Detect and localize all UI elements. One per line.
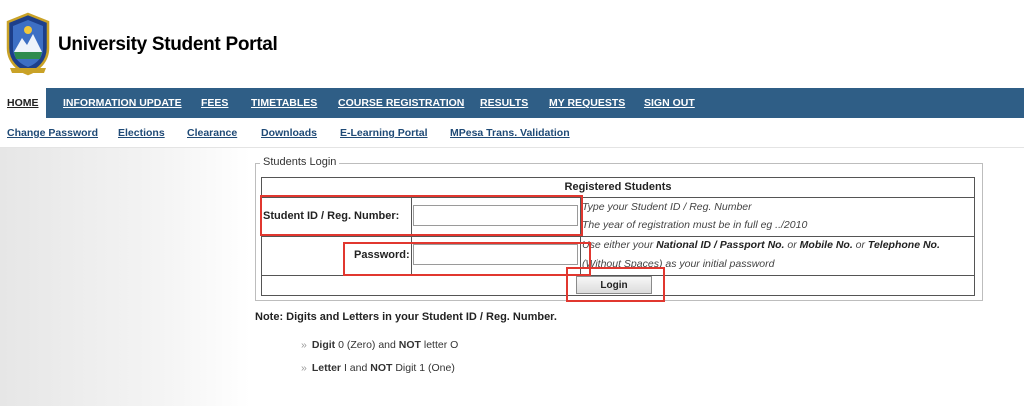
password-hint-text: Use either your bbox=[582, 239, 657, 251]
subnav-mpesa-validation[interactable]: MPesa Trans. Validation bbox=[450, 127, 570, 139]
nav-information-update[interactable]: INFORMATION UPDATE bbox=[63, 88, 182, 118]
note-bold: NOT bbox=[370, 362, 393, 374]
highlight-password bbox=[343, 242, 591, 276]
site-title: University Student Portal bbox=[58, 34, 278, 55]
subnav-change-password[interactable]: Change Password bbox=[7, 127, 98, 139]
highlight-login-button bbox=[566, 267, 665, 302]
nav-sign-out[interactable]: SIGN OUT bbox=[644, 88, 695, 118]
student-id-hint-year: The year of registration must be in full… bbox=[582, 219, 808, 231]
password-hint: Use either your National ID / Passport N… bbox=[582, 239, 940, 251]
nav-results[interactable]: RESULTS bbox=[480, 88, 528, 118]
subnav-clearance[interactable]: Clearance bbox=[187, 127, 237, 139]
note-text: letter O bbox=[420, 339, 459, 351]
note-bold: NOT bbox=[398, 339, 421, 351]
password-hint-text: or bbox=[784, 239, 800, 251]
note-text: I and bbox=[341, 362, 371, 374]
nav-course-registration[interactable]: COURSE REGISTRATION bbox=[338, 88, 464, 118]
note-bold: Digit bbox=[311, 339, 336, 351]
highlight-student-id bbox=[260, 195, 583, 236]
note-text: 0 (Zero) and bbox=[335, 339, 399, 351]
university-crest-icon bbox=[6, 12, 50, 76]
login-legend: Students Login bbox=[260, 156, 340, 168]
subnav-downloads[interactable]: Downloads bbox=[261, 127, 317, 139]
note-item: » Letter I and NOT Digit 1 (One) bbox=[301, 362, 455, 374]
subnav-elections[interactable]: Elections bbox=[118, 127, 165, 139]
password-hint-national-id: National ID / Passport No. bbox=[656, 239, 785, 251]
password-hint-text: or bbox=[852, 239, 868, 251]
nav-fees[interactable]: FEES bbox=[201, 88, 228, 118]
site-header: University Student Portal bbox=[0, 0, 1024, 88]
nav-timetables[interactable]: TIMETABLES bbox=[251, 88, 317, 118]
bullet-icon: » bbox=[301, 362, 307, 374]
note-bold: Letter bbox=[311, 362, 342, 374]
nav-my-requests[interactable]: MY REQUESTS bbox=[549, 88, 625, 118]
nav-home[interactable]: HOME bbox=[0, 88, 46, 118]
note-text: Digit 1 (One) bbox=[392, 362, 455, 374]
student-id-hint: Type your Student ID / Reg. Number bbox=[582, 201, 752, 213]
note-heading: Note: Digits and Letters in your Student… bbox=[255, 311, 557, 323]
bullet-icon: » bbox=[301, 339, 307, 351]
password-hint-mobile: Mobile No. bbox=[799, 239, 853, 251]
note-item: » Digit 0 (Zero) and NOT letter O bbox=[301, 339, 458, 351]
subnav-elearning-portal[interactable]: E-Learning Portal bbox=[340, 127, 428, 139]
table-divider bbox=[262, 236, 974, 237]
password-hint-telephone: Telephone No. bbox=[867, 239, 940, 251]
sub-nav: Change Password Elections Clearance Down… bbox=[0, 118, 1024, 148]
main-nav: HOME INFORMATION UPDATE FEES TIMETABLES … bbox=[0, 88, 1024, 118]
